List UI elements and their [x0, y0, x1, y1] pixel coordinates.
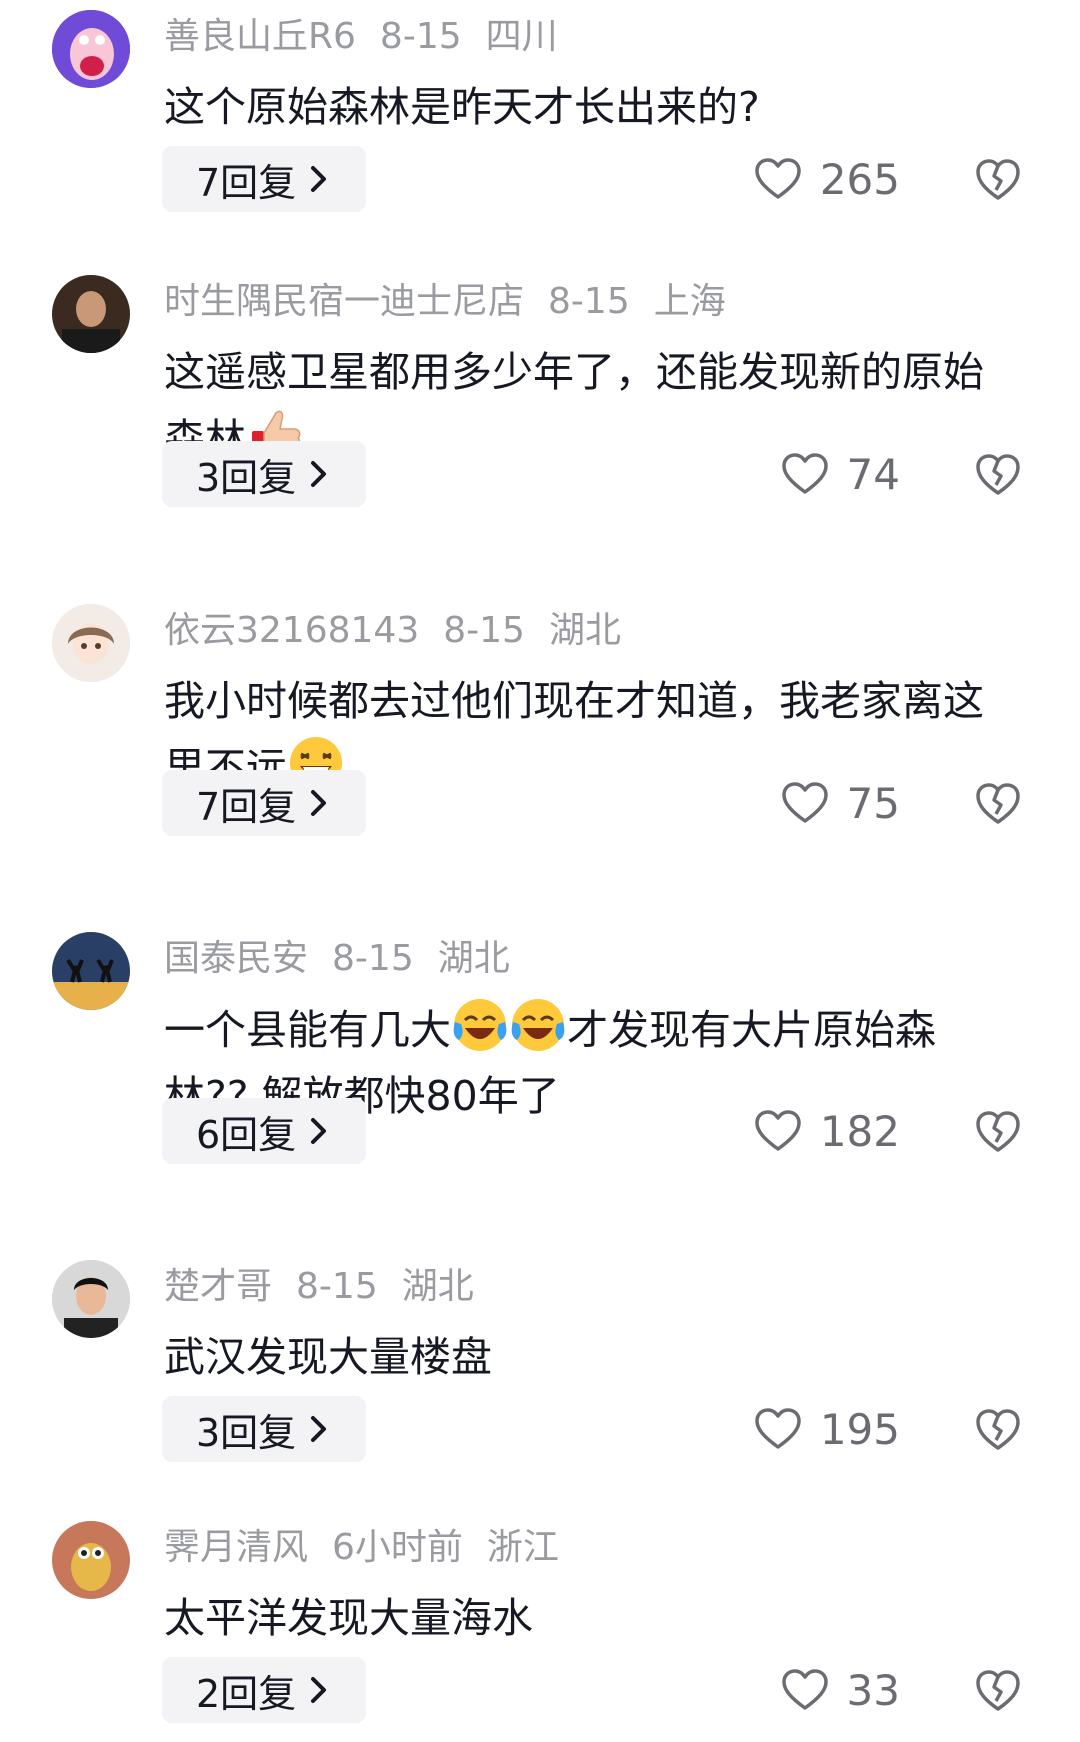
chevron-right-icon: [311, 461, 327, 487]
chevron-right-icon: [311, 1416, 327, 1442]
view-replies-button[interactable]: 3回复: [162, 441, 367, 507]
comment-date: 8-15: [443, 610, 525, 651]
heart-outline-icon: [755, 1110, 801, 1151]
username[interactable]: 霁月清风: [164, 1527, 308, 1568]
username[interactable]: 善良山丘R6: [164, 16, 356, 57]
comment-location: 湖北: [548, 610, 621, 651]
avatar[interactable]: [52, 1521, 130, 1599]
dislike-button[interactable]: [974, 1108, 1022, 1156]
chevron-right-icon: [311, 1677, 327, 1703]
broken-heart-icon: [976, 1670, 1020, 1711]
like-count: 74: [846, 449, 900, 499]
username[interactable]: 时生隅民宿一迪士尼店: [164, 281, 524, 322]
comment-location: 浙江: [486, 1527, 559, 1568]
comment-meta: 依云32168143 8-15 湖北: [164, 608, 621, 654]
comment-date: 8-15: [296, 1266, 378, 1307]
like-button[interactable]: 195: [754, 1396, 900, 1462]
comment-meta: 善良山丘R6 8-15 四川: [164, 14, 558, 60]
username[interactable]: 楚才哥: [164, 1266, 272, 1307]
comment-location: 湖北: [401, 1266, 474, 1307]
comment-meta: 楚才哥 8-15 湖北: [164, 1264, 474, 1310]
broken-heart-icon: [976, 454, 1020, 495]
dislike-button[interactable]: [974, 1667, 1022, 1715]
comment-text: 武汉发现大量楼盘: [164, 1333, 492, 1381]
avatar-image: [52, 1260, 130, 1338]
comment-location: 湖北: [437, 938, 510, 979]
username[interactable]: 依云32168143: [164, 610, 419, 651]
dislike-button[interactable]: [974, 780, 1022, 828]
view-replies-button[interactable]: 7回复: [162, 770, 367, 836]
like-button[interactable]: 265: [754, 146, 900, 212]
comment-date: 8-15: [379, 16, 462, 57]
like-button[interactable]: 74: [781, 441, 900, 507]
comment-date: 6小时前: [332, 1527, 463, 1568]
comment-date: 8-15: [332, 938, 414, 979]
chevron-right-icon: [311, 1118, 327, 1144]
like-button[interactable]: 33: [781, 1657, 900, 1723]
broken-heart-icon: [976, 1409, 1020, 1450]
crying-laughing-emoji: [509, 996, 567, 1054]
crying-laughing-emoji: [451, 996, 509, 1054]
broken-heart-icon: [976, 159, 1020, 200]
heart-outline-icon: [755, 158, 801, 199]
like-count: 195: [819, 1404, 900, 1454]
comment-location: 上海: [653, 281, 726, 322]
avatar-image: [52, 932, 130, 1010]
avatar-image: [52, 1521, 130, 1599]
avatar[interactable]: [52, 932, 130, 1010]
avatar-image: [52, 604, 130, 682]
avatar[interactable]: [52, 1260, 130, 1338]
comment-meta: 霁月清风 6小时前 浙江: [164, 1525, 559, 1571]
comment-text: 这个原始森林是昨天才长出来的?: [164, 83, 760, 131]
dislike-button[interactable]: [974, 1406, 1022, 1454]
like-button[interactable]: 182: [754, 1098, 900, 1164]
chevron-right-icon: [311, 790, 327, 816]
heart-outline-icon: [781, 782, 828, 823]
like-count: 33: [846, 1665, 900, 1715]
username[interactable]: 国泰民安: [164, 938, 308, 979]
like-button[interactable]: 75: [781, 770, 900, 836]
avatar[interactable]: [52, 604, 130, 682]
comment-location: 四川: [485, 16, 558, 57]
heart-outline-icon: [755, 1408, 801, 1449]
comment-meta: 国泰民安 8-15 湖北: [164, 936, 510, 982]
view-replies-button[interactable]: 7回复: [162, 146, 367, 212]
comment-date: 8-15: [548, 281, 630, 322]
dislike-button[interactable]: [974, 156, 1022, 204]
heart-outline-icon: [781, 453, 828, 494]
avatar-image: [52, 275, 130, 353]
comment-text: 太平洋发现大量海水: [164, 1594, 533, 1642]
broken-heart-icon: [976, 1111, 1020, 1152]
like-count: 75: [846, 778, 900, 828]
comment-meta: 时生隅民宿一迪士尼店 8-15 上海: [164, 279, 726, 325]
view-replies-button[interactable]: 2回复: [162, 1657, 367, 1723]
heart-outline-icon: [781, 1669, 828, 1710]
view-replies-button[interactable]: 6回复: [162, 1098, 367, 1164]
view-replies-button[interactable]: 3回复: [162, 1396, 367, 1462]
avatar-image: [52, 10, 130, 88]
chevron-right-icon: [311, 166, 327, 192]
avatar[interactable]: [52, 10, 130, 88]
like-count: 182: [819, 1106, 900, 1156]
like-count: 265: [819, 154, 900, 204]
dislike-button[interactable]: [974, 451, 1022, 499]
avatar[interactable]: [52, 275, 130, 353]
broken-heart-icon: [976, 783, 1020, 824]
